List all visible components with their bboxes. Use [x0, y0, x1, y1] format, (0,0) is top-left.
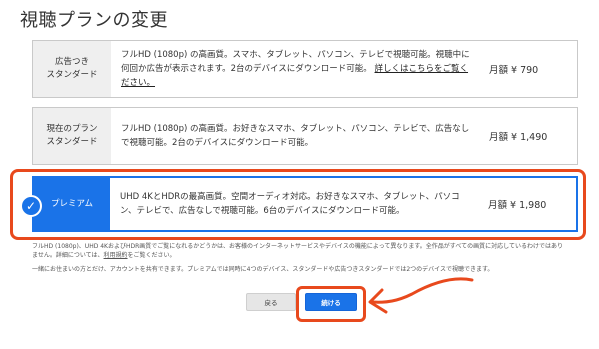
- plan-name-line1: 現在のプラン: [46, 124, 98, 134]
- plan-name: 広告つき スタンダード: [33, 41, 111, 97]
- arrow-icon: [368, 277, 474, 314]
- plan-description: フルHD (1080p) の高画質。スマホ、タブレット、パソコン、テレビで視聴可…: [111, 41, 481, 97]
- plan-price: 月額 ¥ 1,490: [489, 132, 548, 143]
- plan-name: プレミアム: [34, 178, 110, 230]
- plan-description: UHD 4KとHDRの最高画質。空間オーディオ対応。お好きなスマホ、タブレット、…: [120, 192, 460, 216]
- back-button[interactable]: 戻る: [246, 293, 296, 311]
- plan-price: 月額 ¥ 790: [489, 65, 539, 76]
- continue-button[interactable]: 続ける: [305, 293, 357, 311]
- terms-link[interactable]: 利用規約: [104, 252, 128, 259]
- plan-ad-standard[interactable]: 広告つき スタンダード フルHD (1080p) の高画質。スマホ、タブレット、…: [32, 40, 578, 98]
- plan-name-line2: スタンダード: [46, 137, 98, 147]
- plan-name-line2: スタンダード: [46, 70, 98, 80]
- plan-premium[interactable]: ✓ プレミアム UHD 4KとHDRの最高画質。空間オーディオ対応。お好きなスマ…: [20, 176, 578, 232]
- disclaimer-quality: フルHD (1080p)、UHD 4KおよびHDR画質でご覧になれるかどうかは、…: [32, 242, 568, 260]
- plan-price: 月額 ¥ 1,980: [488, 200, 547, 211]
- plan-standard-current[interactable]: 現在のプラン スタンダード フルHD (1080p) の高画質。お好きなスマホ、…: [32, 107, 578, 165]
- plan-name-line1: 広告つき: [54, 57, 89, 67]
- check-icon: ✓: [20, 195, 42, 217]
- page-title: 視聴プランの変更: [20, 10, 168, 31]
- plan-description: フルHD (1080p) の高画質。お好きなスマホ、タブレット、パソコン、テレビ…: [121, 124, 470, 148]
- disclaimer-tail: をご覧ください。: [127, 252, 176, 259]
- disclaimer-sharing: 一緒にお住まいの方とだけ、アカウントを共有できます。プレミアムでは同時に4つのデ…: [32, 266, 494, 273]
- plan-name: 現在のプラン スタンダード: [33, 108, 111, 164]
